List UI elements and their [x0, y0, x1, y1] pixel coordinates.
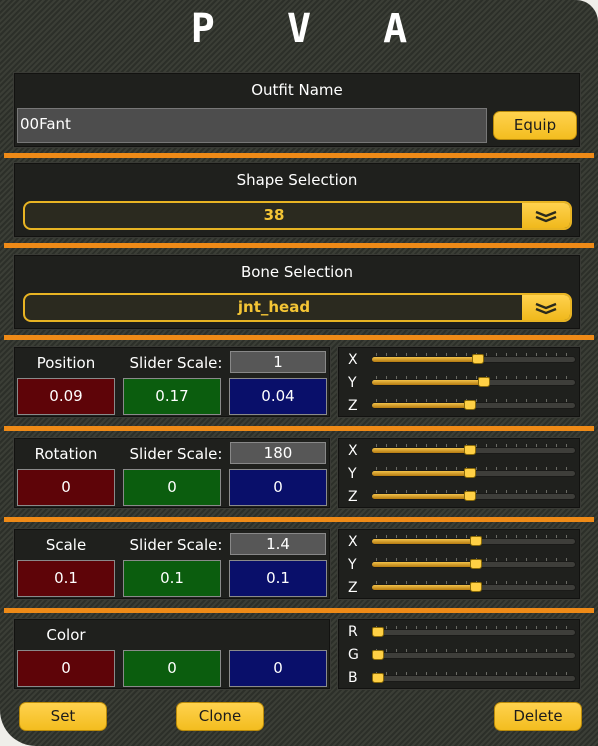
- separator: [4, 426, 594, 431]
- scale-x-axis-label: X: [348, 534, 358, 550]
- scale-y-slider[interactable]: [372, 558, 576, 572]
- position-y-slider[interactable]: [372, 376, 576, 390]
- scale-y-field[interactable]: 0.1: [123, 560, 221, 597]
- bone-selected-value: jnt_head: [237, 298, 311, 316]
- rotation-y-slider[interactable]: [372, 467, 576, 481]
- scale-x-slider[interactable]: [372, 535, 576, 549]
- bone-selection-label: Bone Selection: [240, 263, 354, 281]
- slider-handle[interactable]: [464, 445, 477, 455]
- position-x-field[interactable]: 0.09: [17, 378, 115, 415]
- rotation-values-panel: Rotation Slider Scale: 180 0 0 0: [13, 437, 331, 509]
- rotation-slider-scale-label: Slider Scale:: [129, 445, 223, 463]
- scale-y-axis-label: Y: [348, 557, 357, 573]
- separator: [4, 608, 594, 613]
- shape-selected-value: 38: [263, 206, 285, 224]
- position-label: Position: [36, 354, 96, 372]
- rotation-slider-scale-input[interactable]: 180: [230, 442, 326, 464]
- shape-dropdown[interactable]: 38: [23, 201, 572, 230]
- slider-handle[interactable]: [372, 627, 384, 637]
- slider-handle[interactable]: [372, 673, 384, 683]
- scale-slider-scale-input[interactable]: 1.4: [230, 533, 326, 555]
- color-sliders-panel: R G B: [337, 618, 581, 690]
- outfit-name-label: Outfit Name: [251, 81, 343, 99]
- outfit-panel: Outfit Name 00Fant Equip: [13, 72, 581, 148]
- color-b-field[interactable]: 0: [229, 650, 327, 687]
- scale-label: Scale: [45, 536, 87, 554]
- slider-handle[interactable]: [469, 536, 482, 546]
- slider-handle[interactable]: [464, 491, 477, 501]
- rotation-z-slider[interactable]: [372, 490, 576, 504]
- scale-z-field[interactable]: 0.1: [229, 560, 327, 597]
- color-values-panel: Color 0 0 0: [13, 618, 331, 690]
- rotation-y-axis-label: Y: [348, 466, 357, 482]
- separator: [4, 243, 594, 248]
- color-b-slider[interactable]: [372, 672, 576, 686]
- slider-handle[interactable]: [469, 582, 482, 592]
- color-r-slider[interactable]: [372, 626, 576, 640]
- bone-dropdown[interactable]: jnt_head: [23, 293, 572, 322]
- rotation-x-slider[interactable]: [372, 444, 576, 458]
- slider-handle[interactable]: [477, 377, 490, 387]
- position-z-field[interactable]: 0.04: [229, 378, 327, 415]
- rotation-z-axis-label: Z: [348, 489, 358, 505]
- scale-z-axis-label: Z: [348, 580, 358, 596]
- separator: [4, 153, 594, 158]
- clone-button[interactable]: Clone: [176, 702, 264, 731]
- separator: [4, 335, 594, 340]
- rotation-y-field[interactable]: 0: [123, 469, 221, 506]
- color-g-field[interactable]: 0: [123, 650, 221, 687]
- equip-button[interactable]: Equip: [493, 111, 577, 140]
- scale-z-slider[interactable]: [372, 581, 576, 595]
- slider-handle[interactable]: [471, 354, 484, 364]
- shape-panel: Shape Selection 38: [13, 162, 581, 238]
- separator: [4, 517, 594, 522]
- position-slider-scale-input[interactable]: 1: [230, 351, 326, 373]
- position-slider-scale-label: Slider Scale:: [129, 354, 223, 372]
- pva-window: P V A Outfit Name 00Fant Equip Shape Sel…: [0, 0, 598, 746]
- position-y-field[interactable]: 0.17: [123, 378, 221, 415]
- position-z-axis-label: Z: [348, 398, 358, 414]
- slider-handle[interactable]: [372, 650, 384, 660]
- slider-handle[interactable]: [464, 400, 477, 410]
- set-button[interactable]: Set: [19, 702, 107, 731]
- delete-button[interactable]: Delete: [494, 702, 582, 731]
- position-x-slider[interactable]: [372, 353, 576, 367]
- position-sliders-panel: X Y Z: [337, 346, 581, 418]
- color-g-slider[interactable]: [372, 649, 576, 663]
- rotation-z-field[interactable]: 0: [229, 469, 327, 506]
- rotation-x-field[interactable]: 0: [17, 469, 115, 506]
- scale-values-panel: Scale Slider Scale: 1.4 0.1 0.1 0.1: [13, 528, 331, 600]
- position-y-axis-label: Y: [348, 375, 357, 391]
- rotation-x-axis-label: X: [348, 443, 358, 459]
- color-b-channel-label: B: [348, 670, 358, 686]
- app-title: P V A: [190, 6, 432, 52]
- rotation-label: Rotation: [34, 445, 98, 463]
- color-r-field[interactable]: 0: [17, 650, 115, 687]
- scale-x-field[interactable]: 0.1: [17, 560, 115, 597]
- slider-handle[interactable]: [469, 559, 482, 569]
- position-x-axis-label: X: [348, 352, 358, 368]
- color-r-channel-label: R: [348, 624, 358, 640]
- scale-slider-scale-label: Slider Scale:: [129, 536, 223, 554]
- slider-handle[interactable]: [464, 468, 477, 478]
- chevron-down-icon[interactable]: [522, 295, 570, 320]
- chevron-down-icon[interactable]: [522, 203, 570, 228]
- scale-sliders-panel: X Y Z: [337, 528, 581, 600]
- shape-selection-label: Shape Selection: [236, 171, 358, 189]
- color-g-channel-label: G: [348, 647, 359, 663]
- bone-panel: Bone Selection jnt_head: [13, 254, 581, 330]
- position-values-panel: Position Slider Scale: 1 0.09 0.17 0.04: [13, 346, 331, 418]
- position-z-slider[interactable]: [372, 399, 576, 413]
- outfit-name-input[interactable]: 00Fant: [17, 108, 487, 143]
- color-label: Color: [46, 626, 86, 644]
- rotation-sliders-panel: X Y Z: [337, 437, 581, 509]
